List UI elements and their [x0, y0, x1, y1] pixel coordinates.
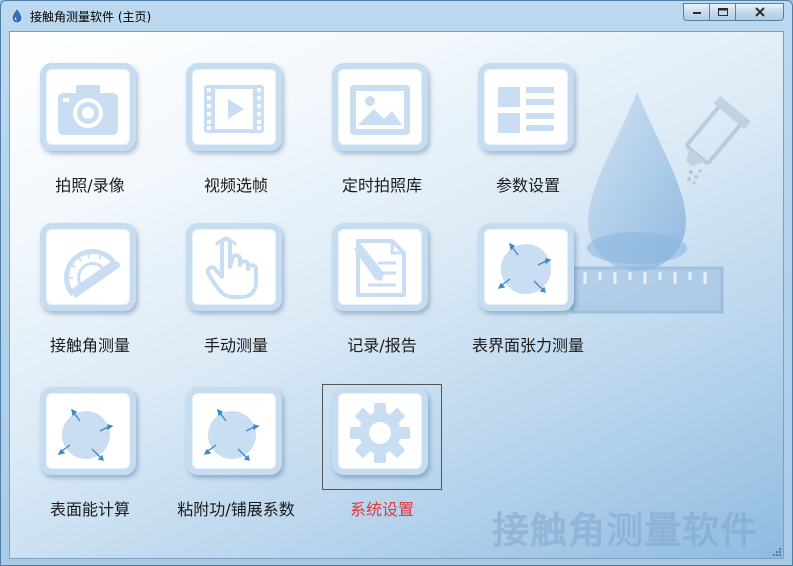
resize-grip-icon[interactable]	[771, 546, 781, 556]
energy-tile-box	[40, 387, 136, 475]
close-icon	[754, 7, 765, 17]
gallery-tile-box	[332, 63, 428, 151]
home-panel: 接触角测量软件 拍照/录像 视频选帧 定时拍照库 参数设置 接触角测量 手动测量…	[9, 31, 784, 559]
window-title: 接触角测量软件 (主页)	[30, 10, 152, 24]
tile-timed-photo-library[interactable]: 定时拍照库	[302, 32, 432, 195]
document-edit-icon	[354, 239, 406, 297]
surface-tension-icon	[497, 242, 552, 294]
tile-system-settings[interactable]: 系统设置	[302, 356, 432, 519]
main-window: 接触角测量软件 (主页) 接触角测量软件 拍照/录像 视频选帧 定时拍照库 参数…	[0, 0, 793, 566]
adhesion-tile-box	[186, 387, 282, 475]
tile-record-report[interactable]: 记录/报告	[302, 192, 432, 355]
tension-tile-box	[478, 223, 574, 311]
tile-label: 系统设置	[349, 500, 414, 519]
gear-icon	[350, 403, 410, 463]
tile-adhesion-spreading[interactable]: 粘附功/铺展系数	[156, 356, 295, 519]
video-play-icon	[204, 85, 264, 133]
hand-pointer-icon	[205, 236, 258, 299]
minimize-icon	[692, 12, 701, 14]
tile-surface-energy[interactable]: 表面能计算	[10, 356, 140, 519]
camera-tile-box	[40, 63, 136, 151]
close-button[interactable]	[736, 3, 784, 21]
title-bar[interactable]: 接触角测量软件 (主页)	[1, 1, 792, 31]
surface-energy-icon	[57, 408, 114, 461]
tile-surface-tension[interactable]: 表界面张力测量	[448, 192, 584, 355]
hand-tile-box	[186, 223, 282, 311]
video-tile-box	[186, 63, 282, 151]
settings-tile-box	[332, 387, 428, 475]
watermark-text: 接触角测量软件	[492, 509, 758, 552]
protractor-tile-box	[40, 223, 136, 311]
maximize-button[interactable]	[710, 3, 736, 21]
image-gallery-icon	[350, 85, 410, 135]
tile-camera-record[interactable]: 拍照/录像	[10, 32, 140, 195]
adhesion-work-icon	[203, 408, 260, 461]
report-tile-box	[332, 223, 428, 311]
tile-video-frame[interactable]: 视频选帧	[156, 32, 286, 195]
tile-manual-measure[interactable]: 手动测量	[156, 192, 286, 355]
droplet-app-icon	[12, 9, 22, 23]
tile-label: 表界面张力测量	[471, 336, 584, 355]
camera-icon	[58, 85, 118, 135]
params-tile-box	[478, 63, 574, 151]
window-controls	[683, 3, 784, 22]
parameter-list-icon	[498, 87, 554, 133]
tile-parameter-settings[interactable]: 参数设置	[448, 32, 578, 195]
protractor-icon	[64, 249, 120, 299]
maximize-icon	[717, 8, 728, 16]
tile-contact-angle[interactable]: 接触角测量	[10, 192, 140, 355]
minimize-button[interactable]	[683, 3, 710, 21]
